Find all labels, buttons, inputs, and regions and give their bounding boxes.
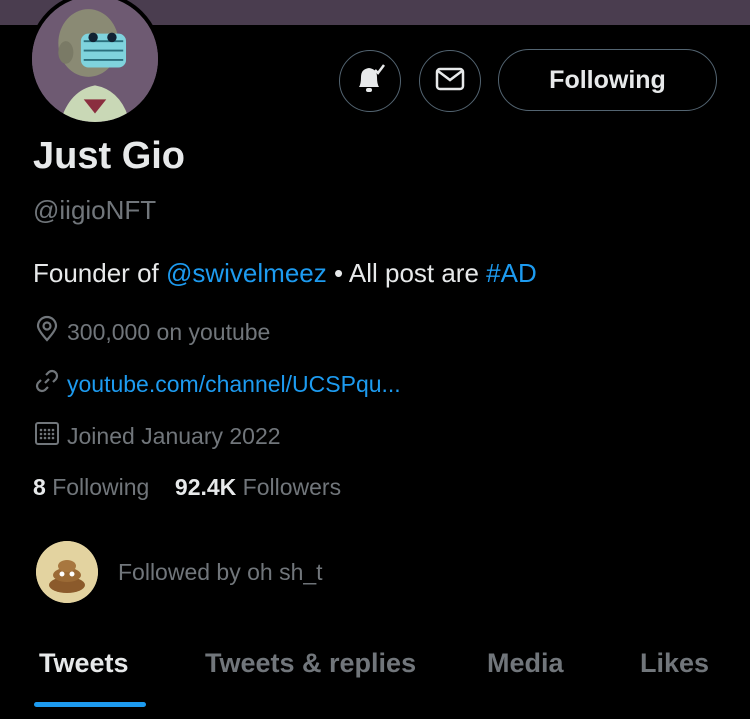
bell-check-icon <box>353 62 387 101</box>
tab-tweets-replies[interactable]: Tweets & replies <box>205 648 416 679</box>
profile-joined: Joined January 2022 <box>33 419 281 453</box>
active-tab-indicator <box>34 702 146 707</box>
follower-avatar <box>36 541 98 603</box>
tab-media[interactable]: Media <box>487 648 564 679</box>
calendar-icon <box>33 419 67 453</box>
profile-bio: Founder of @swivelmeez • All post are #A… <box>33 258 537 289</box>
tab-tweets[interactable]: Tweets <box>39 648 129 679</box>
location-pin-icon <box>33 315 67 349</box>
bio-hashtag-link[interactable]: #AD <box>486 258 537 288</box>
follow-stats: 8 Following 92.4K Followers <box>33 474 341 501</box>
profile-handle: @iigioNFT <box>33 195 157 225</box>
followed-by-text: Followed by oh sh_t <box>118 558 323 585</box>
website-link[interactable]: youtube.com/channel/UCSPqu... <box>67 371 401 398</box>
joined-text: Joined January 2022 <box>67 422 281 449</box>
bio-text: • All post are <box>326 258 487 288</box>
profile-avatar[interactable] <box>28 0 162 126</box>
bio-mention-link[interactable]: @swivelmeez <box>166 258 327 288</box>
profile-website: youtube.com/channel/UCSPqu... <box>33 367 401 401</box>
message-button[interactable] <box>419 50 481 112</box>
following-button[interactable]: Following <box>498 49 717 111</box>
following-label: Following <box>52 474 150 500</box>
following-count: 8 <box>33 474 46 500</box>
bio-text: Founder of <box>33 258 166 288</box>
followed-by[interactable]: Followed by oh sh_t <box>36 541 323 603</box>
mail-icon <box>435 67 465 96</box>
link-icon <box>33 367 67 401</box>
followers-stat[interactable]: 92.4K Followers <box>175 474 341 500</box>
notifications-button[interactable] <box>339 50 401 112</box>
profile-location: 300,000 on youtube <box>33 315 270 349</box>
tab-likes[interactable]: Likes <box>640 648 709 679</box>
followers-count: 92.4K <box>174 474 237 500</box>
profile-name: Just Gio <box>33 135 186 177</box>
followers-label: Followers <box>242 474 342 500</box>
location-text: 300,000 on youtube <box>67 318 271 345</box>
following-stat[interactable]: 8 Following <box>33 474 149 500</box>
